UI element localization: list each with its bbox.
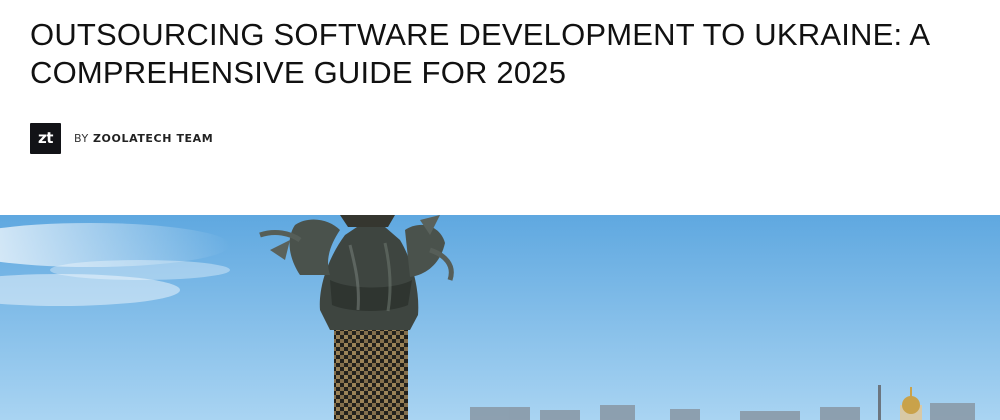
byline-text: BY ZOOLATECH TEAM: [74, 132, 213, 145]
article-header: OUTSOURCING SOFTWARE DEVELOPMENT TO UKRA…: [30, 16, 980, 92]
author-logo[interactable]: zt: [30, 122, 61, 154]
hero-image: [0, 215, 1000, 420]
hero-photo: [0, 215, 1000, 420]
byline: zt BY ZOOLATECH TEAM: [30, 122, 213, 154]
page-title: OUTSOURCING SOFTWARE DEVELOPMENT TO UKRA…: [30, 17, 929, 90]
byline-prefix: BY: [74, 131, 89, 145]
article-page: OUTSOURCING SOFTWARE DEVELOPMENT TO UKRA…: [0, 0, 1000, 420]
author-name[interactable]: ZOOLATECH TEAM: [93, 132, 213, 145]
